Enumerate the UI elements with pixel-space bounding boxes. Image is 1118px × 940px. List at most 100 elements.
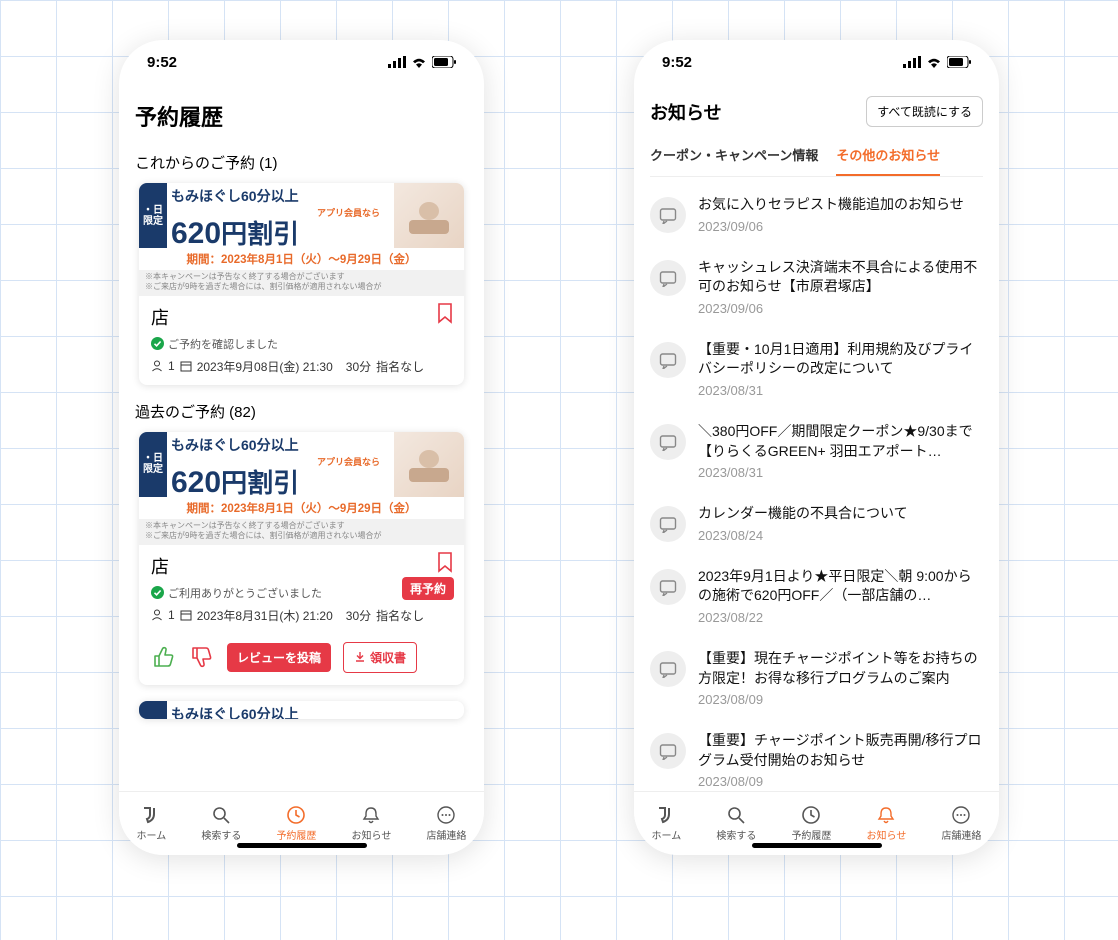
reservation-status: ご利用ありがとうございました [168,585,322,601]
tab-contact[interactable]: 店舗連絡 [426,805,466,842]
message-icon [650,506,686,542]
status-icons [388,56,456,68]
notification-text: 2023年9月1日より★平日限定＼朝 9:00からの施術で620円OFF／（一部… [698,567,983,606]
reservation-status: ご予約を確認しました [168,336,278,352]
download-icon [354,651,366,663]
reservation-card-peek[interactable]: ・日もみほぐし60分以上 [139,701,464,719]
tab-search[interactable]: 検索する [716,805,756,842]
bell-icon [361,805,381,825]
banner-badge: ・日限定 [139,183,167,248]
tab-coupons[interactable]: クーポン・キャンペーン情報 [650,145,818,176]
upcoming-header: これからのご予約 (1) [135,152,468,173]
home-indicator [752,843,882,848]
campaign-banner: ・日限定 もみほぐし60分以上 アプリ会員なら 620円割引 期間：2023年8… [139,432,464,545]
notification-date: 2023/08/24 [698,528,983,543]
chat-icon [436,805,456,825]
notification-text: ＼380円OFF／期間限定クーポン★9/30まで【りらくるGREEN+ 羽田エア… [698,422,983,461]
tab-notif[interactable]: お知らせ [867,805,907,842]
search-icon [726,805,746,825]
bell-icon [876,805,896,825]
notification-text: 【重要】現在チャージポイント等をお持ちの方限定！お得な移行プログラムのご案内 [698,649,983,688]
store-name: 店 [151,304,452,330]
notification-date: 2023/08/09 [698,692,983,707]
tab-home[interactable]: ホーム [652,805,682,842]
bookmark-icon[interactable] [436,302,454,324]
check-icon [151,337,164,350]
notification-date: 2023/08/22 [698,610,983,625]
notification-date: 2023/08/31 [698,465,983,480]
campaign-banner: ・日限定 もみほぐし60分以上 アプリ会員なら 620円割引 期間：2023年8… [139,183,464,296]
notification-row[interactable]: キャッシュレス決済端末不具合による使用不可のお知らせ【市原君塚店】 2023/09… [650,246,983,328]
store-name: 店 [151,553,452,579]
status-bar: 9:52 [634,40,999,84]
notif-tabs: クーポン・キャンペーン情報 その他のお知らせ [650,145,983,177]
message-icon [650,733,686,769]
tab-notif[interactable]: お知らせ [352,805,392,842]
notification-row[interactable]: 【重要】チャージポイント販売再開/移行プログラム受付開始のお知らせ 2023/08… [650,719,983,791]
message-icon [650,569,686,605]
page-title: 予約履歴 [135,100,468,132]
notification-row[interactable]: 【重要】現在チャージポイント等をお持ちの方限定！お得な移行プログラムのご案内 20… [650,637,983,719]
calendar-icon [180,360,192,372]
notification-row[interactable]: 【重要・10月1日適用】利用規約及びプライバシーポリシーの改定について 2023/… [650,328,983,410]
battery-icon [432,56,456,68]
status-time: 9:52 [662,54,692,71]
person-icon [151,609,163,621]
past-header: 過去のご予約 (82) [135,401,468,422]
thumbs-down-icon[interactable] [189,644,215,670]
message-icon [650,197,686,233]
banner-photo [394,183,464,248]
bookmark-icon[interactable] [436,551,454,573]
home-icon [141,805,161,825]
search-icon [211,805,231,825]
rebook-button[interactable]: 再予約 [402,577,454,600]
message-icon [650,342,686,378]
home-indicator [237,843,367,848]
battery-icon [947,56,971,68]
page-title: お知らせ [650,99,722,125]
mark-all-read-button[interactable]: すべて既読にする [866,96,983,127]
cellular-icon [903,56,921,68]
notification-text: 【重要】チャージポイント販売再開/移行プログラム受付開始のお知らせ [698,731,983,770]
tab-contact[interactable]: 店舗連絡 [941,805,981,842]
check-icon [151,586,164,599]
status-time: 9:52 [147,54,177,71]
home-icon [656,805,676,825]
tab-search[interactable]: 検索する [201,805,241,842]
wifi-icon [926,56,942,68]
notification-date: 2023/08/31 [698,383,983,398]
reservation-card-past[interactable]: ・日限定 もみほぐし60分以上 アプリ会員なら 620円割引 期間：2023年8… [139,432,464,685]
thumbs-up-icon[interactable] [151,644,177,670]
notification-row[interactable]: お気に入りセラピスト機能追加のお知らせ2023/09/06 [650,183,983,246]
notification-text: 【重要・10月1日適用】利用規約及びプライバシーポリシーの改定について [698,340,983,379]
clock-icon [801,805,821,825]
notification-text: キャッシュレス決済端末不具合による使用不可のお知らせ【市原君塚店】 [698,258,983,297]
receipt-button[interactable]: 領収書 [343,642,417,673]
message-icon [650,424,686,460]
tab-history[interactable]: 予約履歴 [276,805,316,842]
notification-list: お気に入りセラピスト機能追加のお知らせ2023/09/06キャッシュレス決済端末… [650,177,983,791]
wifi-icon [411,56,427,68]
message-icon [650,260,686,296]
message-icon [650,651,686,687]
notification-row[interactable]: 2023年9月1日より★平日限定＼朝 9:00からの施術で620円OFF／（一部… [650,555,983,637]
notification-row[interactable]: カレンダー機能の不具合について 2023/08/24 [650,492,983,555]
chat-icon [951,805,971,825]
post-review-button[interactable]: レビューを投稿 [227,643,331,672]
cellular-icon [388,56,406,68]
calendar-icon [180,609,192,621]
tab-home[interactable]: ホーム [137,805,167,842]
tab-other-news[interactable]: その他のお知らせ [836,145,940,176]
notification-date: 2023/09/06 [698,301,983,316]
clock-icon [286,805,306,825]
notification-text: お気に入りセラピスト機能追加のお知らせ [698,195,983,215]
reservation-card-upcoming[interactable]: ・日限定 もみほぐし60分以上 アプリ会員なら 620円割引 期間：2023年8… [139,183,464,385]
tab-history[interactable]: 予約履歴 [791,805,831,842]
notification-text: カレンダー機能の不具合について [698,504,983,524]
person-icon [151,360,163,372]
notification-date: 2023/08/09 [698,774,983,789]
phone-left: 9:52 予約履歴 これからのご予約 (1) ・日限定 もみほぐし6 [119,40,484,855]
status-bar: 9:52 [119,40,484,84]
notification-row[interactable]: ＼380円OFF／期間限定クーポン★9/30まで【りらくるGREEN+ 羽田エア… [650,410,983,492]
phone-right: 9:52 お知らせ すべて既読にする クーポン・キャンペーン情報 その他のお知ら… [634,40,999,855]
